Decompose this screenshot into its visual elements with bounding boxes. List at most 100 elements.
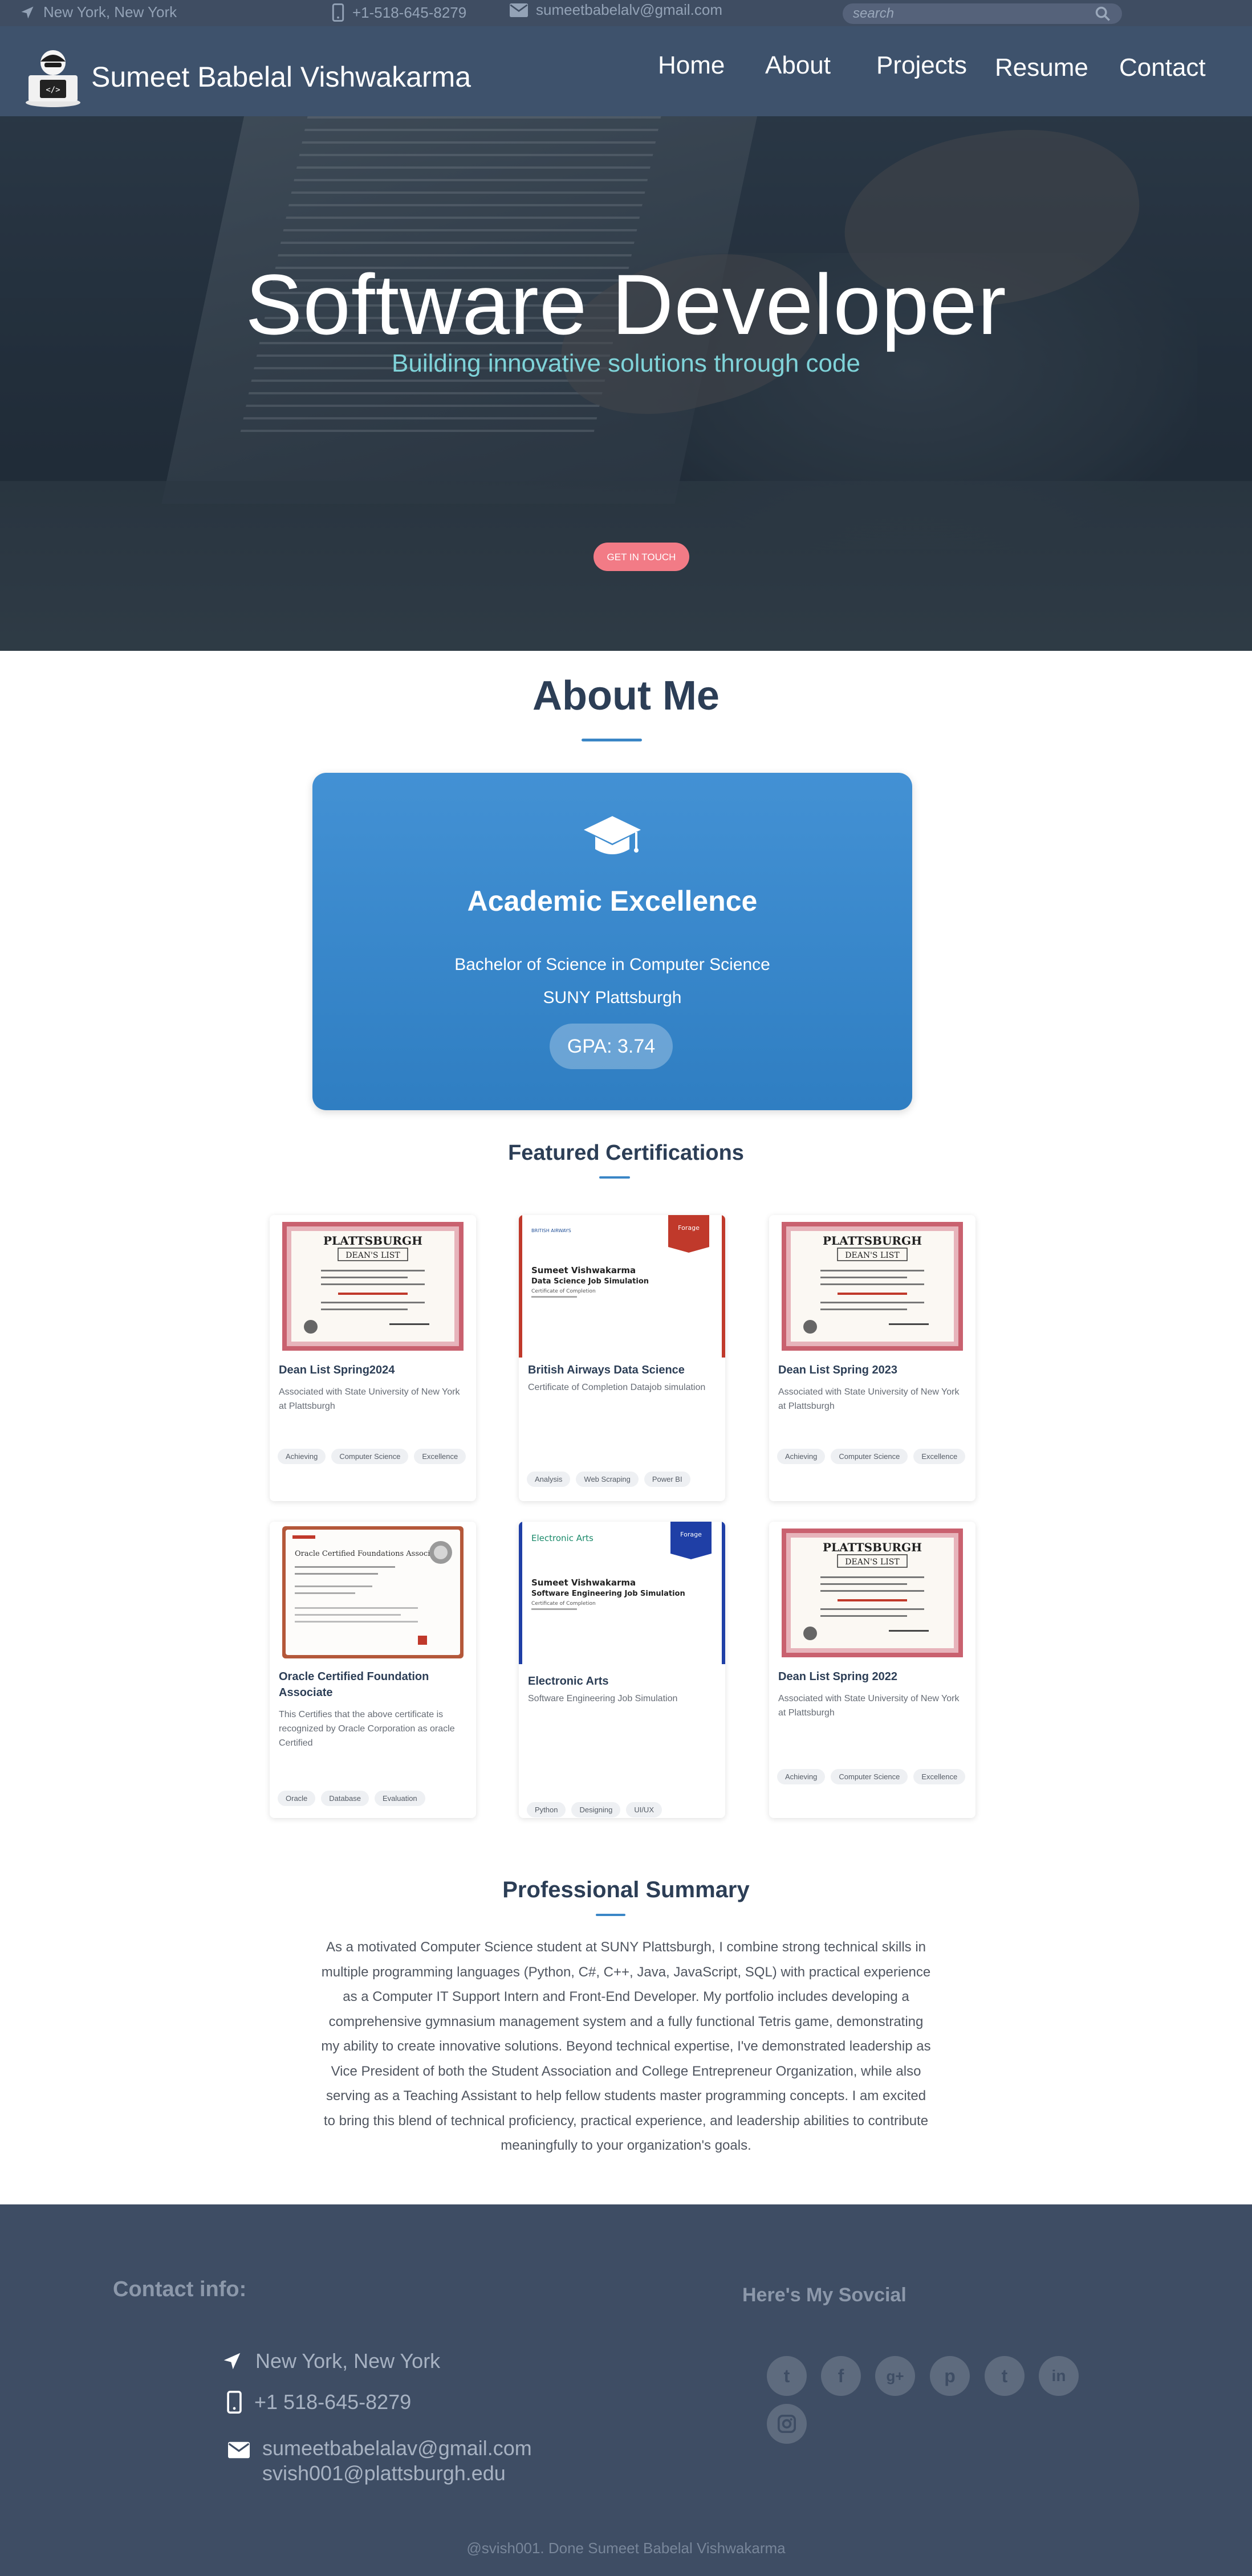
topbar-phone[interactable]: +1-518-645-8279 bbox=[332, 3, 466, 22]
tag-chip: Power BI bbox=[644, 1472, 690, 1487]
linkedin-icon[interactable]: in bbox=[1039, 2356, 1079, 2396]
footer-email[interactable]: sumeetbabelalav@gmail.com svish001@platt… bbox=[228, 2436, 532, 2486]
tag-chip: Analysis bbox=[527, 1472, 571, 1487]
instagram-icon[interactable] bbox=[767, 2404, 807, 2444]
topbar-phone-text: +1-518-645-8279 bbox=[352, 3, 467, 21]
certification-description: Associated with State University of New … bbox=[279, 1387, 460, 1411]
tumblr-icon[interactable]: t bbox=[985, 2356, 1025, 2396]
certificate-image: BRITISH AIRWAYS Forage Sumeet Vishwakarm… bbox=[519, 1215, 725, 1358]
svg-text:</>: </> bbox=[46, 85, 60, 95]
location-arrow-icon bbox=[21, 6, 34, 18]
svg-text:Oracle Certified Foundations A: Oracle Certified Foundations Associate bbox=[295, 1550, 442, 1558]
tag-chip: Designing bbox=[571, 1802, 621, 1817]
certification-tags: Python Designing UI/UX bbox=[527, 1802, 718, 1817]
nav-home[interactable]: Home bbox=[658, 51, 725, 80]
certifications-heading: Featured Certifications bbox=[508, 1141, 744, 1165]
brand[interactable]: </> Sumeet Babelal Vishwakarma bbox=[23, 46, 471, 108]
certification-title: British Airways Data Science bbox=[528, 1364, 685, 1376]
phone-icon bbox=[332, 3, 344, 22]
tag-chip: Evaluation bbox=[374, 1791, 425, 1806]
tag-chip: Computer Science bbox=[831, 1769, 908, 1784]
certification-tags: Analysis Web Scraping Power BI bbox=[527, 1472, 718, 1487]
svg-text:PLATTSBURGH: PLATTSBURGH bbox=[323, 1234, 422, 1248]
gpa-badge: GPA: 3.74 bbox=[550, 1024, 673, 1069]
certification-card[interactable]: BRITISH AIRWAYS Forage Sumeet Vishwakarm… bbox=[519, 1215, 725, 1501]
summary-underline bbox=[596, 1914, 625, 1916]
academic-excellence-card: Academic Excellence Bachelor of Science … bbox=[312, 773, 912, 1110]
footer-email-primary[interactable]: sumeetbabelalav@gmail.com bbox=[262, 2436, 532, 2461]
certification-title: Electronic Arts bbox=[528, 1675, 609, 1688]
academic-title: Academic Excellence bbox=[467, 885, 758, 917]
envelope-icon bbox=[510, 3, 528, 17]
svg-text:BRITISH AIRWAYS: BRITISH AIRWAYS bbox=[531, 1228, 571, 1233]
certification-card[interactable]: PLATTSBURGH DEAN'S LIST Dean List Spring… bbox=[270, 1215, 476, 1501]
nav-about[interactable]: About bbox=[765, 51, 831, 80]
location-arrow-icon bbox=[223, 2353, 241, 2370]
certification-description: This Certifies that the above certificat… bbox=[279, 1710, 455, 1748]
footer-credit: @svish001. Done Sumeet Babelal Vishwakar… bbox=[466, 2540, 786, 2557]
about-underline bbox=[582, 739, 642, 741]
certification-title: Dean List Spring 2023 bbox=[778, 1364, 897, 1376]
phone-icon bbox=[227, 2391, 242, 2414]
nav-contact[interactable]: Contact bbox=[1119, 54, 1206, 82]
certification-card[interactable]: Oracle Certified Foundations Associate O… bbox=[270, 1522, 476, 1818]
search-icon[interactable] bbox=[1095, 6, 1111, 22]
tag-chip: Oracle bbox=[278, 1791, 316, 1806]
topbar-location: New York, New York bbox=[19, 3, 177, 21]
certifications-underline bbox=[599, 1176, 630, 1179]
svg-text:Forage: Forage bbox=[678, 1224, 700, 1232]
svg-text:DEAN'S LIST: DEAN'S LIST bbox=[345, 1251, 400, 1260]
certification-card[interactable]: PLATTSBURGH DEAN'S LIST Dean List Spring… bbox=[769, 1215, 975, 1501]
nav-resume[interactable]: Resume bbox=[995, 54, 1088, 82]
tag-chip: Python bbox=[527, 1802, 566, 1817]
certification-card[interactable]: Electronic Arts Forage Sumeet Vishwakarm… bbox=[519, 1522, 725, 1818]
svg-text:PLATTSBURGH: PLATTSBURGH bbox=[823, 1540, 922, 1554]
certification-description: Certificate of Completion Datajob simula… bbox=[528, 1383, 706, 1392]
get-in-touch-button[interactable]: GET IN TOUCH bbox=[594, 543, 689, 571]
footer-phone-text: +1 518-645-8279 bbox=[254, 2390, 412, 2414]
developer-logo-icon: </> bbox=[26, 50, 80, 107]
topbar-email-text: sumeetbabelalv@gmail.com bbox=[536, 1, 722, 18]
certification-title: Dean List Spring2024 bbox=[279, 1364, 395, 1376]
graduation-cap-icon bbox=[584, 816, 641, 854]
twitter-icon[interactable]: t bbox=[767, 2356, 807, 2396]
certification-description: Associated with State University of New … bbox=[778, 1387, 960, 1411]
svg-text:Sumeet Vishwakarma: Sumeet Vishwakarma bbox=[531, 1265, 636, 1275]
search-input[interactable] bbox=[852, 5, 1095, 22]
main-navbar: </> Sumeet Babelal Vishwakarma Home Abou… bbox=[0, 26, 1252, 116]
facebook-icon[interactable]: f bbox=[821, 2356, 861, 2396]
tag-chip: Web Scraping bbox=[576, 1472, 639, 1487]
svg-text:Certificate of Completion: Certificate of Completion bbox=[531, 1601, 596, 1607]
svg-text:DEAN'S LIST: DEAN'S LIST bbox=[845, 1558, 900, 1567]
envelope-icon bbox=[228, 2442, 250, 2459]
tag-chip: Achieving bbox=[777, 1449, 826, 1464]
google-plus-icon[interactable]: g+ bbox=[875, 2356, 915, 2396]
instagram-glyph bbox=[777, 2414, 796, 2434]
svg-text:PLATTSBURGH: PLATTSBURGH bbox=[823, 1234, 922, 1248]
certification-tags: Achieving Computer Science Excellence bbox=[777, 1769, 969, 1784]
certification-title: Oracle Certified Foundation Associate bbox=[279, 1670, 429, 1699]
svg-text:Certificate of Completion: Certificate of Completion bbox=[531, 1289, 596, 1294]
summary-heading: Professional Summary bbox=[502, 1877, 750, 1902]
svg-text:Forage: Forage bbox=[680, 1531, 702, 1538]
tag-chip: Achieving bbox=[278, 1449, 326, 1464]
certification-card[interactable]: PLATTSBURGH DEAN'S LIST Dean List Spring… bbox=[769, 1522, 975, 1818]
topbar-location-text: New York, New York bbox=[43, 3, 177, 21]
tag-chip: Excellence bbox=[913, 1449, 966, 1464]
nav-projects[interactable]: Projects bbox=[876, 51, 967, 80]
footer-phone[interactable]: +1 518-645-8279 bbox=[227, 2390, 411, 2414]
topbar-email[interactable]: sumeetbabelalv@gmail.com bbox=[510, 1, 722, 19]
tag-chip: Excellence bbox=[913, 1769, 966, 1784]
footer: Contact info: Here's My Sovcial New York… bbox=[0, 2204, 1252, 2576]
pinterest-icon[interactable]: p bbox=[930, 2356, 970, 2396]
svg-text:Software Engineering Job Simul: Software Engineering Job Simulation bbox=[531, 1589, 685, 1598]
about-heading: About Me bbox=[532, 673, 720, 719]
search-box bbox=[843, 3, 1122, 24]
svg-text:Electronic Arts: Electronic Arts bbox=[531, 1533, 594, 1543]
certification-description: Associated with State University of New … bbox=[778, 1694, 960, 1718]
brand-name: Sumeet Babelal Vishwakarma bbox=[91, 61, 471, 93]
certification-tags: Achieving Computer Science Excellence bbox=[278, 1449, 469, 1464]
summary-text: As a motivated Computer Science student … bbox=[321, 1939, 931, 2153]
footer-location: New York, New York bbox=[221, 2349, 440, 2373]
footer-email-secondary[interactable]: svish001@plattsburgh.edu bbox=[262, 2461, 532, 2486]
